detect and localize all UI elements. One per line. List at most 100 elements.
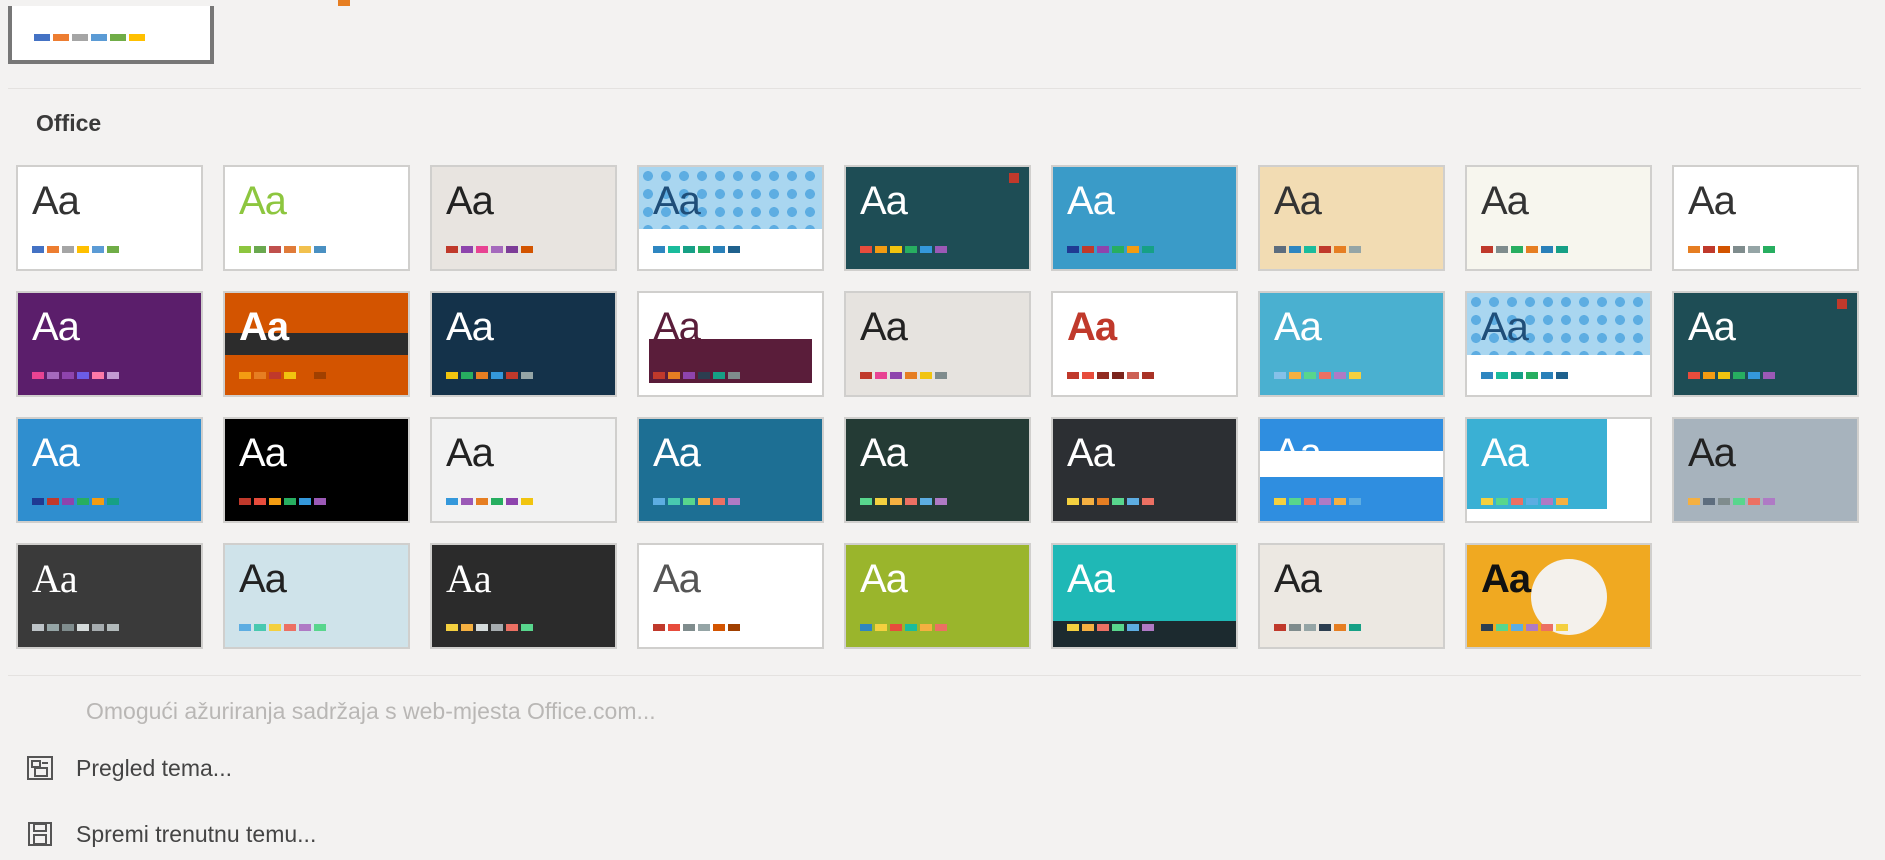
palette-swatch bbox=[698, 372, 710, 379]
palette-swatch bbox=[461, 624, 473, 631]
palette-swatch bbox=[107, 624, 119, 631]
browse-themes-item[interactable]: Pregled tema... bbox=[26, 754, 232, 782]
palette-swatch bbox=[269, 372, 281, 379]
palette-swatch bbox=[1748, 372, 1760, 379]
theme-tile[interactable]: Aa bbox=[1051, 165, 1238, 271]
palette-swatch bbox=[1067, 246, 1079, 253]
theme-tile[interactable]: Aa bbox=[1051, 291, 1238, 397]
palette-swatch bbox=[521, 246, 533, 253]
theme-palette bbox=[446, 498, 533, 505]
theme-tile[interactable]: Aa bbox=[1672, 291, 1859, 397]
theme-palette bbox=[239, 372, 326, 379]
palette-swatch bbox=[461, 246, 473, 253]
palette-swatch bbox=[728, 372, 740, 379]
palette-swatch bbox=[653, 624, 665, 631]
palette-swatch bbox=[1526, 246, 1538, 253]
theme-tile[interactable]: Aa bbox=[844, 543, 1031, 649]
theme-tile[interactable]: Aa bbox=[1258, 543, 1445, 649]
palette-swatch bbox=[299, 246, 311, 253]
theme-palette bbox=[446, 372, 533, 379]
palette-swatch bbox=[129, 34, 145, 41]
theme-tile[interactable]: Aa bbox=[637, 417, 824, 523]
palette-swatch bbox=[1112, 372, 1124, 379]
palette-swatch bbox=[875, 246, 887, 253]
palette-swatch bbox=[91, 34, 107, 41]
palette-swatch bbox=[890, 498, 902, 505]
palette-swatch bbox=[254, 372, 266, 379]
palette-swatch bbox=[1082, 624, 1094, 631]
theme-tile[interactable]: Aa bbox=[1258, 165, 1445, 271]
palette-swatch bbox=[1748, 498, 1760, 505]
palette-swatch bbox=[32, 624, 44, 631]
theme-tile[interactable]: Aa bbox=[16, 165, 203, 271]
palette-swatch bbox=[1688, 246, 1700, 253]
palette-swatch bbox=[1703, 372, 1715, 379]
theme-tile[interactable]: Aa bbox=[1051, 417, 1238, 523]
theme-tile[interactable]: Aa bbox=[16, 543, 203, 649]
palette-swatch bbox=[728, 246, 740, 253]
theme-tile[interactable]: Aa bbox=[1465, 165, 1652, 271]
save-current-theme-item[interactable]: Spremi trenutnu temu... bbox=[26, 820, 316, 848]
palette-swatch bbox=[698, 498, 710, 505]
theme-tile[interactable]: Aa bbox=[1465, 291, 1652, 397]
theme-palette bbox=[1274, 372, 1361, 379]
theme-tile[interactable]: Aa bbox=[1258, 291, 1445, 397]
palette-swatch bbox=[1082, 498, 1094, 505]
theme-sample-text: Aa bbox=[1688, 431, 1736, 475]
theme-sample-text: Aa bbox=[446, 179, 494, 223]
theme-tile[interactable]: Aa bbox=[16, 291, 203, 397]
palette-swatch bbox=[1526, 624, 1538, 631]
palette-swatch bbox=[905, 624, 917, 631]
palette-swatch bbox=[314, 246, 326, 253]
palette-swatch bbox=[1082, 246, 1094, 253]
theme-sample-text: Aa bbox=[239, 305, 289, 349]
theme-gallery-grid: Aa Aa Aa Aa Aa Aa Aa Aa Aa Aa Aa Aa Aa Aa Aa Aa Aa Aa Aa Aa… bbox=[16, 165, 1859, 649]
palette-swatch bbox=[668, 246, 680, 253]
palette-swatch bbox=[653, 498, 665, 505]
theme-tile[interactable]: Aa bbox=[223, 291, 410, 397]
theme-palette bbox=[1274, 246, 1361, 253]
theme-tile[interactable]: Aa bbox=[16, 417, 203, 523]
theme-tile[interactable]: Aa bbox=[1672, 417, 1859, 523]
theme-palette bbox=[860, 498, 947, 505]
palette-swatch bbox=[713, 498, 725, 505]
palette-swatch bbox=[905, 498, 917, 505]
theme-tile[interactable]: Aa bbox=[1051, 543, 1238, 649]
palette-swatch bbox=[1703, 498, 1715, 505]
theme-tile[interactable]: Aa bbox=[430, 417, 617, 523]
palette-swatch bbox=[1718, 498, 1730, 505]
palette-swatch bbox=[1112, 624, 1124, 631]
theme-tile[interactable]: Aa bbox=[844, 165, 1031, 271]
theme-tile[interactable]: Aa bbox=[223, 417, 410, 523]
palette-swatch bbox=[1526, 498, 1538, 505]
palette-swatch bbox=[269, 498, 281, 505]
theme-tile[interactable]: Aa bbox=[430, 543, 617, 649]
palette-swatch bbox=[1556, 624, 1568, 631]
theme-palette bbox=[1481, 498, 1568, 505]
theme-tile[interactable]: Aa bbox=[430, 165, 617, 271]
theme-tile[interactable]: Aa bbox=[844, 417, 1031, 523]
theme-tile[interactable]: Aa bbox=[844, 291, 1031, 397]
theme-tile[interactable]: Aa bbox=[637, 291, 824, 397]
theme-palette bbox=[32, 246, 119, 253]
theme-tile[interactable]: Aa bbox=[1465, 543, 1652, 649]
theme-tile[interactable]: Aa bbox=[1258, 417, 1445, 523]
theme-tile[interactable]: Aa bbox=[430, 291, 617, 397]
theme-palette bbox=[1688, 246, 1775, 253]
palette-swatch bbox=[1097, 246, 1109, 253]
theme-sample-text: Aa bbox=[32, 179, 80, 223]
theme-sample-text: Aa bbox=[239, 431, 287, 475]
theme-tile[interactable]: Aa bbox=[1672, 165, 1859, 271]
palette-swatch bbox=[668, 498, 680, 505]
palette-swatch bbox=[1349, 624, 1361, 631]
theme-tile[interactable]: Aa bbox=[223, 543, 410, 649]
theme-tile[interactable]: Aa bbox=[637, 165, 824, 271]
current-theme-thumbnail[interactable] bbox=[8, 6, 214, 64]
theme-tile[interactable]: Aa bbox=[637, 543, 824, 649]
theme-tile[interactable]: Aa bbox=[1465, 417, 1652, 523]
palette-swatch bbox=[254, 246, 266, 253]
browse-themes-label: Pregled tema... bbox=[76, 754, 232, 781]
palette-swatch bbox=[890, 372, 902, 379]
theme-tile[interactable]: Aa bbox=[223, 165, 410, 271]
theme-palette bbox=[860, 372, 947, 379]
